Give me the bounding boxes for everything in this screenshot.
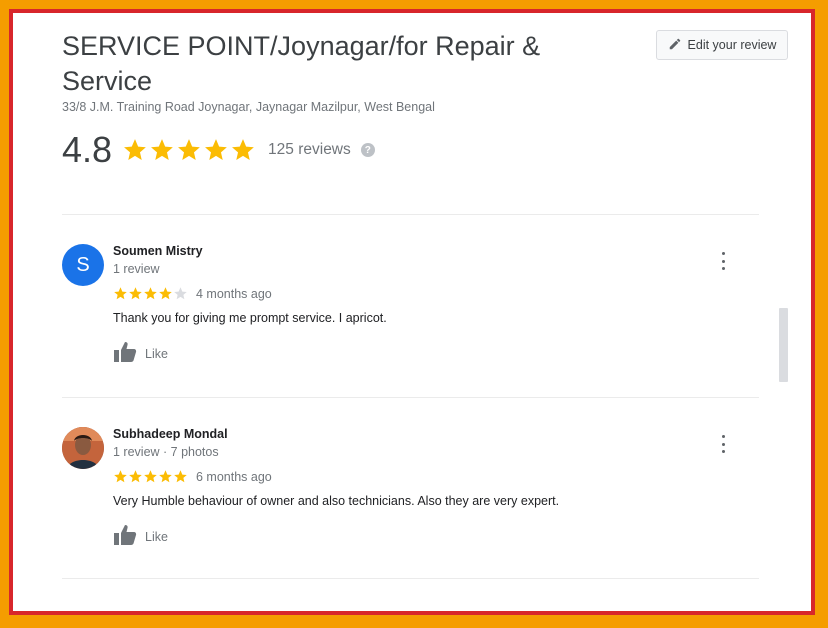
star-filled-icon bbox=[158, 469, 173, 484]
review-stars bbox=[113, 286, 188, 301]
star-filled-icon bbox=[128, 286, 143, 301]
star-filled-icon bbox=[122, 137, 148, 163]
star-filled-icon bbox=[113, 286, 128, 301]
star-filled-icon bbox=[176, 137, 202, 163]
avatar[interactable] bbox=[62, 427, 104, 469]
star-filled-icon bbox=[149, 137, 175, 163]
more-options-icon[interactable] bbox=[719, 435, 727, 453]
review-text: Very Humble behaviour of owner and also … bbox=[113, 494, 560, 508]
star-filled-icon bbox=[230, 137, 256, 163]
star-filled-icon bbox=[113, 469, 128, 484]
review-stars bbox=[113, 469, 188, 484]
star-filled-icon bbox=[128, 469, 143, 484]
review-text: Thank you for giving me prompt service. … bbox=[113, 311, 387, 325]
pencil-icon bbox=[668, 37, 682, 54]
rating-summary: 4.8 125 reviews ? bbox=[62, 130, 375, 170]
thumbs-up-icon bbox=[113, 524, 137, 549]
star-filled-icon bbox=[173, 469, 188, 484]
reviewer-name[interactable]: Soumen Mistry bbox=[113, 244, 203, 258]
reviewer-meta: 1 review bbox=[113, 262, 160, 276]
rating-value: 4.8 bbox=[62, 129, 113, 170]
place-address: 33/8 J.M. Training Road Joynagar, Jaynag… bbox=[62, 100, 435, 114]
divider bbox=[62, 397, 759, 398]
review-item: Subhadeep Mondal 1 review · 7 photos 6 m… bbox=[62, 427, 762, 597]
rating-stars bbox=[122, 137, 256, 163]
review-rating: 4 months ago bbox=[113, 286, 272, 301]
scrollbar-thumb[interactable] bbox=[779, 308, 788, 382]
more-options-icon[interactable] bbox=[719, 252, 727, 270]
review-rating: 6 months ago bbox=[113, 469, 272, 484]
like-label: Like bbox=[145, 346, 168, 361]
divider bbox=[62, 214, 759, 215]
reviews-panel: SERVICE POINT/Joynagar/for Repair & Serv… bbox=[13, 13, 811, 611]
review-date: 4 months ago bbox=[196, 286, 272, 301]
reviews-count[interactable]: 125 reviews bbox=[268, 141, 351, 159]
star-empty-icon bbox=[173, 286, 188, 301]
like-button[interactable]: Like bbox=[113, 524, 168, 549]
divider bbox=[62, 578, 759, 579]
edit-review-label: Edit your review bbox=[687, 38, 777, 52]
reviewer-meta: 1 review · 7 photos bbox=[113, 445, 219, 459]
star-filled-icon bbox=[203, 137, 229, 163]
thumbs-up-icon bbox=[113, 341, 137, 366]
reviewer-name[interactable]: Subhadeep Mondal bbox=[113, 427, 228, 441]
star-filled-icon bbox=[143, 286, 158, 301]
place-title: SERVICE POINT/Joynagar/for Repair & Serv… bbox=[62, 31, 541, 96]
edit-review-button[interactable]: Edit your review bbox=[656, 30, 788, 60]
star-filled-icon bbox=[143, 469, 158, 484]
review-item: S Soumen Mistry 1 review 4 months ago Th… bbox=[62, 244, 762, 414]
help-icon[interactable]: ? bbox=[360, 143, 375, 157]
review-date: 6 months ago bbox=[196, 469, 272, 484]
avatar[interactable]: S bbox=[62, 244, 104, 286]
star-filled-icon bbox=[158, 286, 173, 301]
like-button[interactable]: Like bbox=[113, 341, 168, 366]
like-label: Like bbox=[145, 529, 168, 544]
